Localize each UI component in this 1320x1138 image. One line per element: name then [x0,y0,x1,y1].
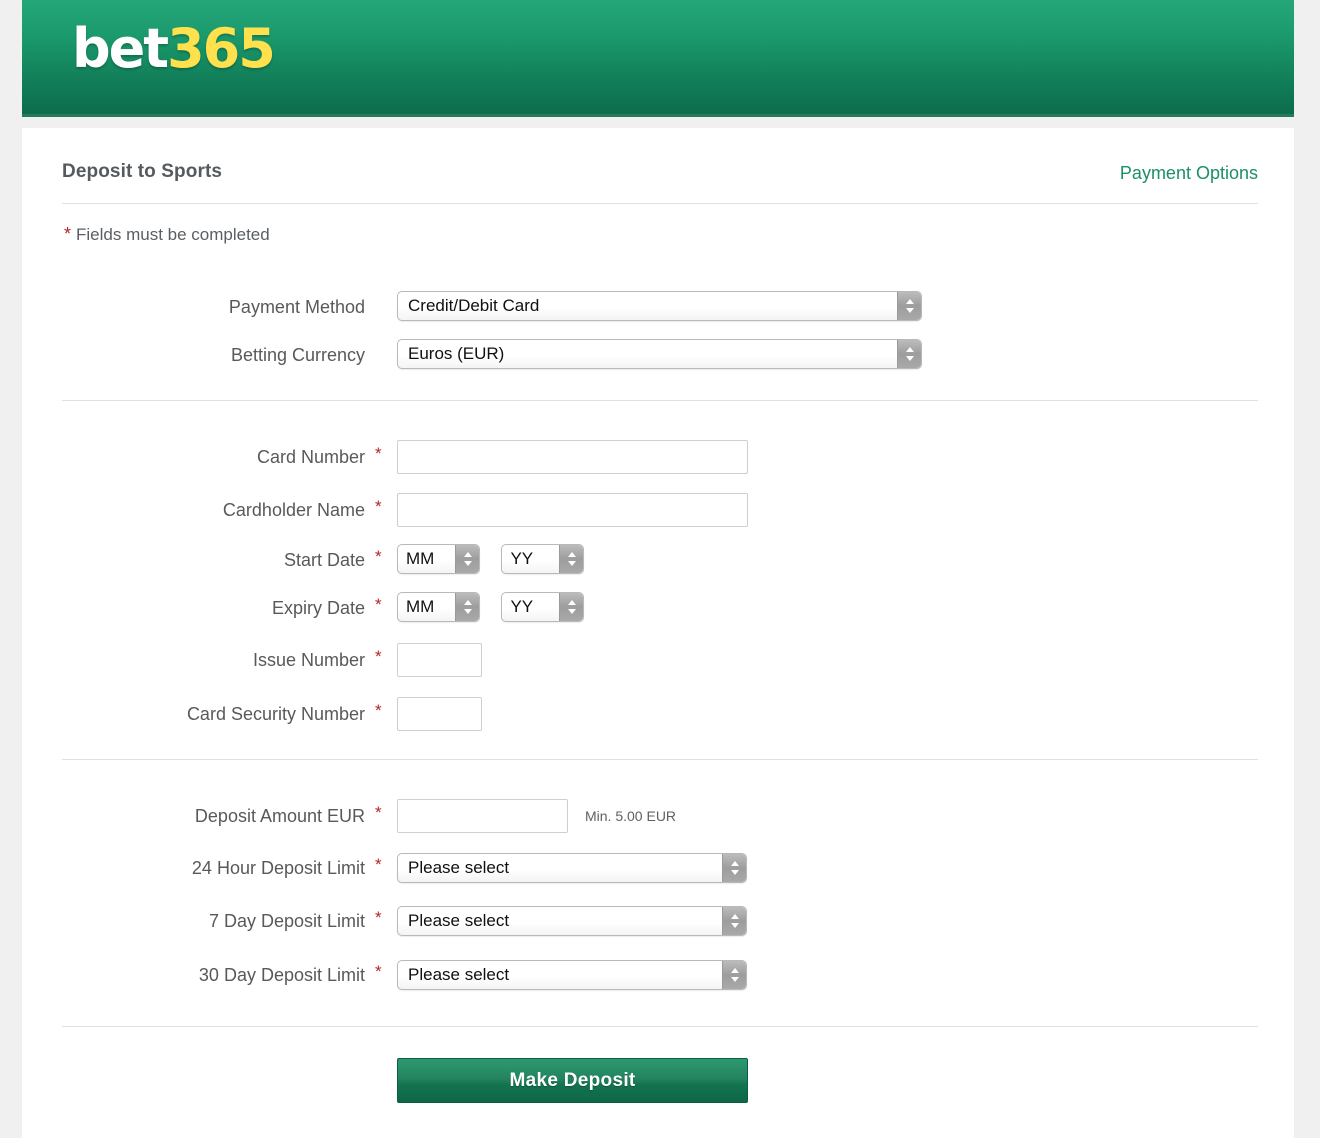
limit-7-day-select-wrap: Please select [397,906,747,936]
limit-24-hour-value: Please select [398,854,746,882]
page-root: bet365 Deposit to Sports Payment Options… [0,0,1320,1138]
logo-text-365: 365 [167,17,274,80]
label-betting-currency: Betting Currency [22,335,365,375]
logo-text-bet: bet [72,17,167,80]
row-issue-number: Issue Number * [22,640,1294,680]
card-number-input-wrap [397,440,748,474]
required-asterisk-icon: * [375,498,382,515]
chevron-updown-icon[interactable] [897,340,921,368]
make-deposit-button[interactable]: Make Deposit [397,1058,748,1103]
payment-method-value: Credit/Debit Card [398,292,921,320]
issue-number-input[interactable] [397,643,482,677]
expiry-date-year-select[interactable]: YY [501,592,584,622]
limit-24-hour-select-wrap: Please select [397,853,747,883]
site-header: bet365 [22,0,1294,117]
cardholder-name-input[interactable] [397,493,748,527]
chevron-updown-icon[interactable] [722,961,746,989]
row-card-number: Card Number * [22,437,1294,477]
divider-card-section [62,400,1258,401]
page-title: Deposit to Sports [62,161,222,183]
betting-currency-select[interactable]: Euros (EUR) [397,339,922,369]
chevron-updown-icon[interactable] [559,545,583,573]
label-limit-7-day: 7 Day Deposit Limit [22,901,365,941]
required-asterisk-icon: * [64,224,71,244]
row-deposit-amount: Deposit Amount EUR * Min. 5.00 EUR [22,796,1294,836]
limit-30-day-value: Please select [398,961,746,989]
required-fields-note: * Fields must be completed [64,224,270,245]
label-limit-30-day: 30 Day Deposit Limit [22,955,365,995]
card-number-input[interactable] [397,440,748,474]
row-card-security-number: Card Security Number * [22,694,1294,734]
expiry-date-selects: MM YY [397,592,584,622]
card-security-number-input-wrap [397,697,482,731]
deposit-panel: Deposit to Sports Payment Options * Field… [22,128,1294,1138]
required-asterisk-icon: * [375,548,382,565]
label-start-date: Start Date [22,540,365,580]
required-asterisk-icon: * [375,856,382,873]
bet365-logo[interactable]: bet365 [72,22,274,76]
divider-submit-section [62,1026,1258,1027]
required-asterisk-icon: * [375,702,382,719]
required-asterisk-icon: * [375,963,382,980]
label-card-number: Card Number [22,437,365,477]
row-limit-24-hour: 24 Hour Deposit Limit * Please select [22,848,1294,888]
deposit-amount-hint: Min. 5.00 EUR [585,796,676,836]
label-issue-number: Issue Number [22,640,365,680]
chevron-updown-icon[interactable] [455,545,479,573]
limit-30-day-select-wrap: Please select [397,960,747,990]
row-expiry-date: Expiry Date * MM YY [22,588,1294,628]
row-limit-30-day: 30 Day Deposit Limit * Please select [22,955,1294,995]
required-asterisk-icon: * [375,804,382,821]
row-cardholder-name: Cardholder Name * [22,490,1294,530]
row-limit-7-day: 7 Day Deposit Limit * Please select [22,901,1294,941]
chevron-updown-icon[interactable] [559,593,583,621]
required-asterisk-icon: * [375,648,382,665]
issue-number-input-wrap [397,643,482,677]
label-limit-24-hour: 24 Hour Deposit Limit [22,848,365,888]
chevron-updown-icon[interactable] [897,292,921,320]
divider-top [62,203,1258,204]
chevron-updown-icon[interactable] [722,907,746,935]
label-expiry-date: Expiry Date [22,588,365,628]
limit-30-day-select[interactable]: Please select [397,960,747,990]
limit-7-day-value: Please select [398,907,746,935]
label-card-security-number: Card Security Number [22,694,365,734]
required-asterisk-icon: * [375,909,382,926]
card-security-number-input[interactable] [397,697,482,731]
payment-method-select[interactable]: Credit/Debit Card [397,291,922,321]
row-betting-currency: Betting Currency Euros (EUR) [22,335,1294,375]
betting-currency-select-wrap: Euros (EUR) [397,339,922,369]
chevron-updown-icon[interactable] [455,593,479,621]
limit-24-hour-select[interactable]: Please select [397,853,747,883]
cardholder-name-input-wrap [397,493,748,527]
expiry-date-month-select[interactable]: MM [397,592,480,622]
divider-amount-section [62,759,1258,760]
required-asterisk-icon: * [375,596,382,613]
payment-method-select-wrap: Credit/Debit Card [397,291,922,321]
start-date-year-select[interactable]: YY [501,544,584,574]
panel-header: Deposit to Sports Payment Options [62,161,1258,191]
deposit-amount-input[interactable] [397,799,568,833]
chevron-updown-icon[interactable] [722,854,746,882]
start-date-selects: MM YY [397,544,584,574]
limit-7-day-select[interactable]: Please select [397,906,747,936]
row-start-date: Start Date * MM YY [22,540,1294,580]
label-payment-method: Payment Method [22,287,365,327]
label-deposit-amount: Deposit Amount EUR [22,796,365,836]
row-payment-method: Payment Method Credit/Debit Card [22,287,1294,327]
label-cardholder-name: Cardholder Name [22,490,365,530]
betting-currency-value: Euros (EUR) [398,340,921,368]
payment-options-link[interactable]: Payment Options [1120,163,1258,184]
required-asterisk-icon: * [375,445,382,462]
start-date-month-select[interactable]: MM [397,544,480,574]
deposit-amount-input-wrap [397,799,568,833]
required-note-text: Fields must be completed [76,225,270,244]
